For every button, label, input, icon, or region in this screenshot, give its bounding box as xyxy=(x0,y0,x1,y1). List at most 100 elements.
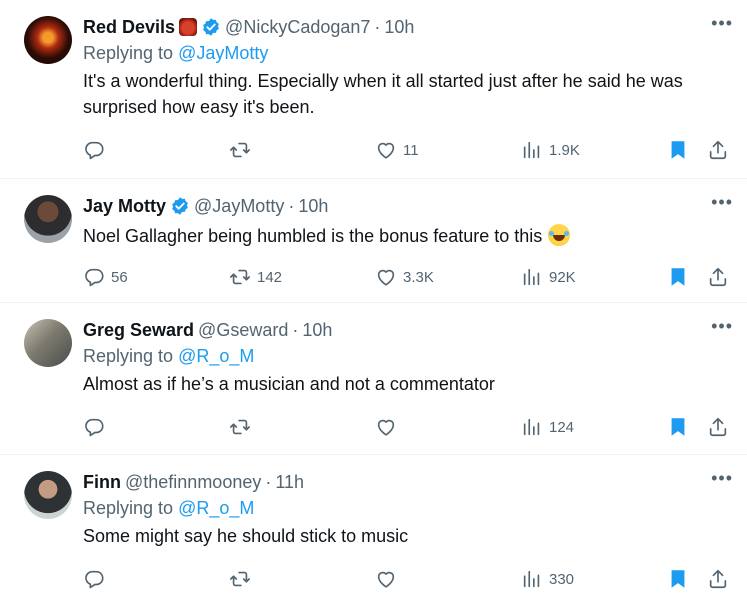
replying-to-link[interactable]: @JayMotty xyxy=(178,43,268,63)
replying-to-link[interactable]: @R_o_M xyxy=(178,346,254,366)
tweet-content: Finn @thefinnmooney · 11h Replying to @R… xyxy=(83,471,731,549)
views-count: 1.9K xyxy=(549,141,580,159)
views-icon xyxy=(521,416,543,438)
verified-badge-icon[interactable] xyxy=(201,17,221,37)
display-name[interactable]: Jay Motty xyxy=(83,196,166,217)
retweet-button[interactable] xyxy=(229,138,257,162)
action-bar: 330 xyxy=(83,567,731,591)
reply-button[interactable] xyxy=(83,567,111,591)
tweet[interactable]: Finn @thefinnmooney · 11h Replying to @R… xyxy=(0,455,747,608)
views-icon xyxy=(521,266,543,288)
timestamp[interactable]: 10h xyxy=(384,17,414,38)
user-handle[interactable]: @Gseward xyxy=(198,320,288,341)
views-icon xyxy=(521,568,543,590)
more-icon[interactable]: ••• xyxy=(711,14,733,32)
tweet-header: Greg Seward @Gseward · 10h xyxy=(83,319,731,341)
reply-icon xyxy=(83,568,105,590)
avatar[interactable] xyxy=(24,16,72,64)
replying-to-link[interactable]: @R_o_M xyxy=(178,498,254,518)
share-button[interactable] xyxy=(707,265,729,289)
like-button[interactable] xyxy=(375,415,403,439)
action-bar: 11 1.9K xyxy=(83,138,731,162)
laughing-emoji-icon xyxy=(548,224,571,246)
like-button[interactable]: 3.3K xyxy=(375,265,434,289)
retweet-icon xyxy=(229,568,251,590)
tweet-text: Almost as if he’s a musician and not a c… xyxy=(83,374,495,394)
reply-button[interactable]: 56 xyxy=(83,265,128,289)
like-icon xyxy=(375,416,397,438)
views-count: 124 xyxy=(549,418,575,436)
views-button[interactable]: 1.9K xyxy=(521,138,580,162)
tweet-text: Some might say he should stick to music xyxy=(83,526,409,546)
retweet-button[interactable] xyxy=(229,415,257,439)
replying-to-label: Replying to xyxy=(83,43,179,63)
retweet-button[interactable]: 142 xyxy=(229,265,282,289)
replying-to-label: Replying to xyxy=(83,346,179,366)
views-count: 92K xyxy=(549,268,576,286)
replying-to: Replying to @R_o_M xyxy=(83,498,731,520)
tweet[interactable]: Greg Seward @Gseward · 10h Replying to @… xyxy=(0,303,747,455)
bookmark-icon xyxy=(667,568,689,590)
tweet-header: Finn @thefinnmooney · 11h xyxy=(83,471,731,493)
user-handle[interactable]: @thefinnmooney xyxy=(125,472,261,493)
tweet-header: Red Devils @NickyCadogan7 · 10h xyxy=(83,16,731,38)
share-button[interactable] xyxy=(707,138,729,162)
timestamp[interactable]: 10h xyxy=(298,196,328,217)
share-icon xyxy=(707,266,729,288)
more-icon[interactable]: ••• xyxy=(711,193,733,211)
share-icon xyxy=(707,139,729,161)
timestamp[interactable]: 11h xyxy=(275,472,304,493)
tweet-header: Jay Motty @JayMotty · 10h xyxy=(83,195,731,217)
reply-button[interactable] xyxy=(83,415,111,439)
views-button[interactable]: 92K xyxy=(521,265,576,289)
like-icon xyxy=(375,139,397,161)
user-handle[interactable]: @NickyCadogan7 xyxy=(225,17,370,38)
like-icon xyxy=(375,568,397,590)
display-name[interactable]: Finn xyxy=(83,472,121,493)
display-name[interactable]: Greg Seward xyxy=(83,320,194,341)
views-icon xyxy=(521,139,543,161)
more-icon[interactable]: ••• xyxy=(711,469,733,487)
like-button[interactable] xyxy=(375,567,403,591)
retweet-button[interactable] xyxy=(229,567,257,591)
action-bar: 56 142 3.3K 92K xyxy=(83,265,731,289)
like-count: 11 xyxy=(403,141,419,159)
bookmark-button[interactable] xyxy=(667,567,689,591)
share-icon xyxy=(707,416,729,438)
views-button[interactable]: 330 xyxy=(521,567,574,591)
views-button[interactable]: 124 xyxy=(521,415,574,439)
avatar[interactable] xyxy=(24,195,72,243)
share-button[interactable] xyxy=(707,415,729,439)
tweet-text-body: Noel Gallagher being humbled is the bonu… xyxy=(83,226,543,246)
bookmark-button[interactable] xyxy=(667,265,689,289)
user-handle[interactable]: @JayMotty xyxy=(194,196,284,217)
reply-icon xyxy=(83,416,105,438)
replying-to: Replying to @JayMotty xyxy=(83,43,731,65)
reply-button[interactable] xyxy=(83,138,111,162)
display-name[interactable]: Red Devils xyxy=(83,17,175,38)
tweet-content: Jay Motty @JayMotty · 10h Noel Gallagher… xyxy=(83,195,731,249)
share-button[interactable] xyxy=(707,567,729,591)
avatar[interactable] xyxy=(24,319,72,367)
replying-to-label: Replying to xyxy=(83,498,179,518)
bookmark-button[interactable] xyxy=(667,138,689,162)
action-bar: 124 xyxy=(83,415,731,439)
separator: · xyxy=(288,195,295,216)
tweet-content: Red Devils @NickyCadogan7 · 10h Replying… xyxy=(83,16,731,120)
reply-feed: Red Devils @NickyCadogan7 · 10h Replying… xyxy=(0,0,747,608)
separator: · xyxy=(374,16,381,37)
bookmark-button[interactable] xyxy=(667,415,689,439)
tweet-content: Greg Seward @Gseward · 10h Replying to @… xyxy=(83,319,731,397)
verified-badge-icon[interactable] xyxy=(170,196,190,216)
more-icon[interactable]: ••• xyxy=(711,317,733,335)
reply-icon xyxy=(83,139,105,161)
timestamp[interactable]: 10h xyxy=(302,320,332,341)
like-button[interactable]: 11 xyxy=(375,138,419,162)
tweet[interactable]: Red Devils @NickyCadogan7 · 10h Replying… xyxy=(0,0,747,179)
separator: · xyxy=(292,319,299,340)
retweet-count: 142 xyxy=(257,268,283,286)
bookmark-icon xyxy=(667,416,689,438)
tweet[interactable]: Jay Motty @JayMotty · 10h Noel Gallagher… xyxy=(0,179,747,303)
avatar[interactable] xyxy=(24,471,72,519)
retweet-icon xyxy=(229,139,251,161)
